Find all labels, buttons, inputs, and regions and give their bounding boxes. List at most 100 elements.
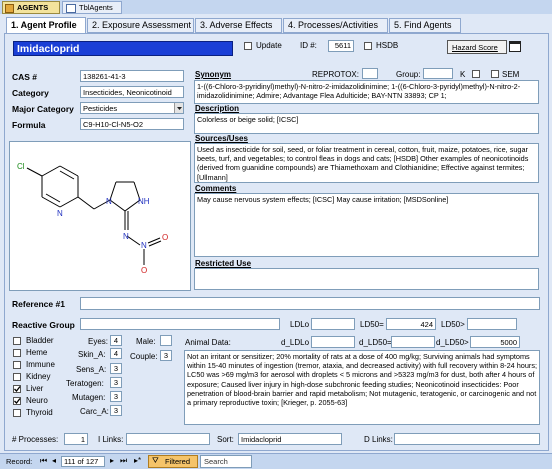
synonym-text[interactable]: 1-((6-Chloro-3-pyridinyl)methyl)-N-nitro… [194,80,539,104]
doc-tab-tblagents[interactable]: TblAgents [62,1,122,14]
doc-tab-label: AGENTS [17,3,49,12]
reprotox-field[interactable] [362,68,378,79]
k-checkbox[interactable] [472,70,480,78]
organ-label: Thyroid [26,408,53,417]
organ-checkbox-bladder[interactable] [13,337,21,345]
organ-label: Heme [26,348,48,357]
skin-field[interactable]: 4 [110,348,122,359]
eyes-field[interactable]: 4 [110,335,122,346]
category-field[interactable]: Insecticides, Neonicotinoid [80,86,184,98]
animal-data-label: Animal Data: [185,338,231,347]
d-ldlo-label: d_LDLo [281,338,310,347]
sort-field[interactable]: Imidacloprid [238,433,342,445]
sens-field[interactable]: 3 [110,363,122,374]
tab-label: 2. Exposure Assessment [92,20,192,30]
organ-label: Bladder [26,336,54,345]
record-position-field[interactable]: 111 of 127 [61,456,105,467]
prev-record-icon[interactable]: ◂ [52,456,56,465]
tab-processes-activities[interactable]: 4. Processes/Activities [283,18,388,33]
tab-exposure-assessment[interactable]: 2. Exposure Assessment [87,18,194,33]
sources-uses-text[interactable]: Used as insecticide for soil, seed, or f… [194,143,539,183]
organ-checkbox-neuro[interactable] [13,397,21,405]
ldlo-field[interactable] [311,318,355,330]
teratogen-field[interactable]: 3 [110,377,122,388]
search-label: Search [204,457,228,466]
new-record-icon[interactable]: ▸* [134,456,141,465]
tab-adverse-effects[interactable]: 3. Adverse Effects [195,18,282,33]
doc-tab-agents[interactable]: AGENTS [2,1,60,14]
animal-data-text[interactable]: Not an irritant or sensitizer; 20% morta… [184,350,540,425]
group-field[interactable] [423,68,453,79]
organ-checkbox-liver[interactable] [13,385,21,393]
d-ld50gt-field[interactable]: 5000 [470,336,520,348]
reference-label: Reference #1 [12,299,65,309]
form-icon [5,4,14,13]
d-ld50-field[interactable] [391,336,435,348]
tab-label: 5. Find Agents [394,20,452,30]
organ-checkbox-heme[interactable] [13,349,21,357]
sem-checkbox[interactable] [491,70,499,78]
tab-label: 3. Adverse Effects [200,20,273,30]
atom-o1: O [141,266,147,275]
tab-agent-profile[interactable]: 1. Agent Profile [6,17,86,34]
processes-value: 1 [80,435,85,444]
teratogen-label: Teratogen: [66,379,104,388]
description-text[interactable]: Colorless or beige solid; [ICSC] [194,113,539,134]
restricted-use-text[interactable] [194,268,539,290]
record-label: Record: [6,457,33,466]
hazard-score-button[interactable]: Hazard Score [447,40,507,54]
ldlo-label: LDLo [290,320,310,329]
update-checkbox[interactable] [244,42,252,50]
id-field[interactable]: 5611 [328,40,354,52]
couple-field[interactable]: 3 [160,350,172,361]
window-icon[interactable] [509,41,521,52]
mutagen-value: 3 [113,392,119,401]
couple-label: Couple: [130,352,158,361]
comments-text[interactable]: May cause nervous system effects; [ICSC]… [194,193,539,257]
mutagen-field[interactable]: 3 [110,391,122,402]
animal-data-value: Not an irritant or sensitizer; 20% morta… [187,352,538,408]
reprotox-label: REPROTOX: [312,70,359,79]
major-category-value: Pesticides [83,104,118,113]
reference-field[interactable] [80,297,540,310]
cas-label: CAS # [12,72,38,82]
sources-uses-value: Used as insecticide for soil, seed, or f… [197,145,529,182]
organ-label: Neuro [26,396,48,405]
record-position: 111 of 127 [64,457,99,466]
filtered-button[interactable]: ⛛ Filtered [148,455,198,468]
tab-find-agents[interactable]: 5. Find Agents [389,18,461,33]
filter-icon: ⛛ [152,456,159,465]
mutagen-label: Mutagen: [72,393,106,402]
processes-field[interactable]: 1 [64,433,88,445]
hsdb-checkbox[interactable] [364,42,372,50]
carc-label: Carc_A: [80,407,109,416]
first-record-icon[interactable]: ⏮ [40,456,47,466]
d-ldlo-field[interactable] [311,336,355,348]
ld50gt-field[interactable] [467,318,517,330]
organ-checkbox-thyroid[interactable] [13,409,21,417]
dlinks-field[interactable] [394,433,540,445]
agent-name-field[interactable]: Imidacloprid [13,41,233,56]
ld50-field[interactable]: 424 [386,318,436,330]
search-box[interactable]: Search [200,455,252,468]
carc-field[interactable]: 3 [110,405,122,416]
skin-value: 4 [113,349,119,358]
formula-label: Formula [12,120,46,130]
last-record-icon[interactable]: ⏭ [120,456,127,466]
reactive-group-field[interactable] [80,318,280,330]
ilinks-field[interactable] [126,433,210,445]
id-label: ID #: [300,41,317,50]
cas-field[interactable]: 138261-41-3 [80,70,184,82]
hazard-score-label: Hazard Score [452,43,498,52]
couple-value: 3 [163,351,169,360]
sens-value: 3 [113,364,119,373]
organ-checkbox-kidney[interactable] [13,373,21,381]
next-record-icon[interactable]: ▸ [110,456,114,465]
major-category-select[interactable]: Pesticides [80,102,184,114]
formula-field[interactable]: C9-H10-Cl-N5-O2 [80,118,184,130]
description-value: Colorless or beige solid; [ICSC] [197,115,299,124]
male-field[interactable] [160,335,172,346]
teratogen-value: 3 [113,378,119,387]
organ-checkbox-immune[interactable] [13,361,21,369]
chevron-down-icon[interactable] [174,103,183,113]
